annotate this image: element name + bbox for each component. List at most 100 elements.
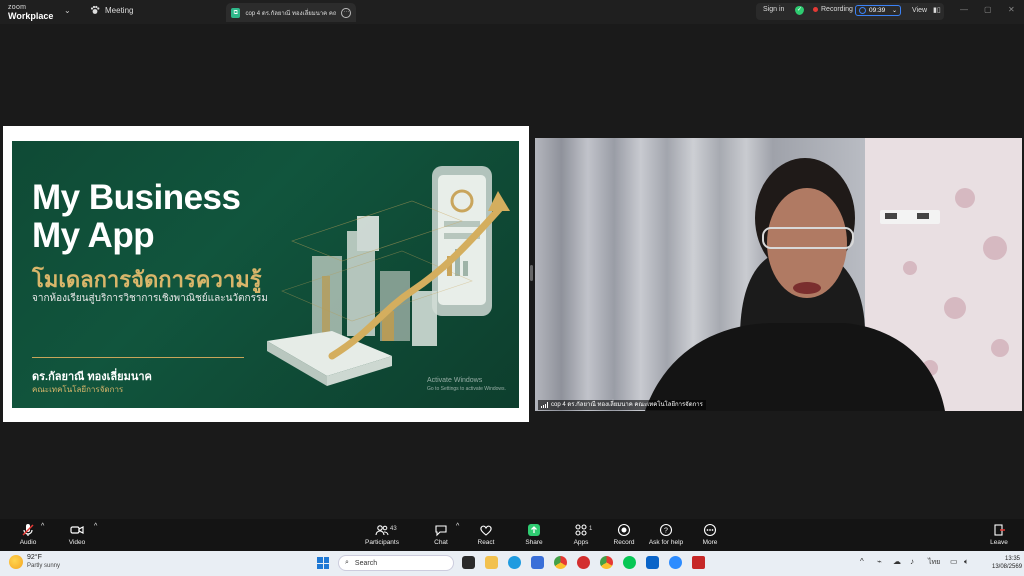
record-label: Record <box>613 539 635 546</box>
participant-video[interactable] <box>535 138 1022 411</box>
participant-name: cop 4 ดร.กัลยาณี ทองเลี่ยมนาค คณะเทคโนโล… <box>551 402 703 408</box>
record-icon <box>617 523 631 537</box>
edge-icon[interactable] <box>508 556 521 569</box>
slide-divider <box>32 357 244 358</box>
watermark-sub: Go to Settings to activate Windows. <box>427 386 506 392</box>
search-placeholder: Search <box>354 559 378 567</box>
close-icon[interactable]: ✕ <box>1008 5 1015 14</box>
help-icon: ? <box>659 523 673 537</box>
apps-icon <box>575 524 587 536</box>
weather-widget[interactable]: 92°F Partly sunny <box>9 554 60 570</box>
keyboard-language[interactable]: ไทย <box>928 557 940 568</box>
view-button[interactable]: View ▮▯ <box>912 6 941 14</box>
meeting-label: Meeting <box>105 5 134 15</box>
zoom-icon[interactable] <box>669 556 682 569</box>
ask-for-help-label: Ask for help <box>648 539 684 546</box>
react-button[interactable]: React <box>475 523 497 546</box>
ask-for-help-button[interactable]: ? Ask for help <box>648 523 684 546</box>
outlook-icon[interactable] <box>646 556 659 569</box>
chat-options-caret[interactable]: ^ <box>456 523 459 530</box>
watermark-title: Activate Windows <box>427 377 483 384</box>
minimize-icon[interactable]: — <box>960 5 968 14</box>
video-camera-icon <box>70 526 84 534</box>
line-icon[interactable] <box>623 556 636 569</box>
participants-icon <box>375 525 389 536</box>
participant-name-tag: cop 4 ดร.กัลยาณี ทองเลี่ยมนาค คณะเทคโนโล… <box>538 400 706 410</box>
leave-button[interactable]: Leave <box>988 523 1010 546</box>
slide-title: My Business My App <box>32 179 241 255</box>
react-label: React <box>477 539 495 546</box>
chevron-down-icon: ⌄ <box>891 8 897 14</box>
leave-icon <box>994 524 1005 536</box>
chevron-down-icon[interactable]: ⌄ <box>64 6 71 15</box>
layout-icon: ▮▯ <box>933 7 941 14</box>
brand-big: Workplace <box>8 11 54 21</box>
volume-icon[interactable]: 🔈︎ <box>964 557 969 567</box>
business-app-illustration <box>267 166 510 386</box>
microphone-icon[interactable]: ♪ <box>910 557 914 566</box>
record-button[interactable]: Record <box>612 523 636 546</box>
show-hidden-icons[interactable]: ^ <box>860 557 864 566</box>
partly-sunny-icon <box>9 555 23 569</box>
meeting-timer[interactable]: 09:39 ⌄ <box>855 5 901 16</box>
tab-label: cop 4 ดร.กัลยาณี ทองเลี่ยมนาค คณะเทคโนโล… <box>245 10 337 17</box>
file-explorer-icon[interactable] <box>485 556 498 569</box>
participants-count: 43 <box>390 526 397 532</box>
participant-video-frame <box>535 138 1022 411</box>
paw-icon <box>90 5 100 14</box>
chat-button[interactable]: Chat <box>430 523 452 546</box>
usb-icon[interactable]: ⌁ <box>877 557 882 566</box>
meeting-button[interactable]: Meeting <box>90 5 133 15</box>
chat-label: Chat <box>434 539 448 546</box>
activate-windows-watermark: Activate Windows Go to Settings to activ… <box>427 376 506 394</box>
svg-text:?: ? <box>664 528 668 535</box>
chevron-up-icon: ^ <box>41 523 45 530</box>
audio-options-caret[interactable]: ^ <box>41 523 44 530</box>
chrome-icon[interactable] <box>554 556 567 569</box>
meeting-toolbar <box>0 519 1024 551</box>
store-icon[interactable] <box>531 556 544 569</box>
apps-label: Apps <box>573 539 589 546</box>
slide-faculty: คณะเทคโนโลยีการจัดการ <box>32 385 124 394</box>
chevron-up-icon: ^ <box>456 523 460 530</box>
phone-graphic <box>432 166 492 316</box>
chat-icon <box>435 525 447 537</box>
timer-value: 09:39 <box>869 7 886 14</box>
acrobat-icon[interactable] <box>577 556 590 569</box>
snipping-tool-icon[interactable] <box>692 556 705 569</box>
share-button[interactable]: Share <box>522 523 546 546</box>
network-icon[interactable]: ▭ <box>950 557 958 566</box>
chevron-up-icon: ^ <box>94 523 98 530</box>
video-options-caret[interactable]: ^ <box>94 523 97 530</box>
view-label: View <box>912 7 928 14</box>
audio-button[interactable]: Audio <box>17 523 39 546</box>
clock-date: 13/08/2569 <box>992 564 1023 570</box>
maximize-icon[interactable]: ▢ <box>984 5 992 14</box>
video-button[interactable]: Video <box>66 523 88 546</box>
sign-in-button[interactable]: Sign in <box>763 6 784 13</box>
more-button[interactable]: More <box>699 523 721 546</box>
windows-start-icon[interactable] <box>317 557 329 569</box>
taskbar-clock[interactable]: 13:35 13/08/2569 <box>992 555 1023 571</box>
chrome-profile-icon[interactable] <box>600 556 613 569</box>
apps-count: 1 <box>589 526 593 532</box>
recording-indicator[interactable]: Recording <box>813 6 853 13</box>
leave-label: Leave <box>990 539 1008 546</box>
meeting-tab[interactable]: ⧉ cop 4 ดร.กัลยาณี ทองเลี่ยมนาค คณะเทคโน… <box>226 3 356 22</box>
clock-time: 13:35 <box>1004 556 1020 562</box>
share-screen-icon: ⧉ <box>231 7 241 18</box>
more-options-icon[interactable]: ··· <box>341 7 351 18</box>
weather-temp: 92°F <box>27 554 42 561</box>
video-label: Video <box>68 539 86 546</box>
taskbar-search[interactable]: ⌕ Search <box>338 555 454 571</box>
book-graphic <box>267 331 392 386</box>
search-icon: ⌕ <box>345 559 349 566</box>
shared-slide: My Business My App โมเดลการจัดการความรู้… <box>12 141 519 408</box>
clock-icon <box>859 7 866 14</box>
task-view-icon[interactable] <box>462 556 475 569</box>
cloud-icon[interactable]: ☁ <box>893 557 901 566</box>
recording-label: Recording <box>821 6 853 13</box>
zoom-workplace-logo: zoom Workplace <box>8 3 53 21</box>
slide-title-line2: My App <box>32 216 155 255</box>
split-resize-handle[interactable] <box>530 265 533 281</box>
